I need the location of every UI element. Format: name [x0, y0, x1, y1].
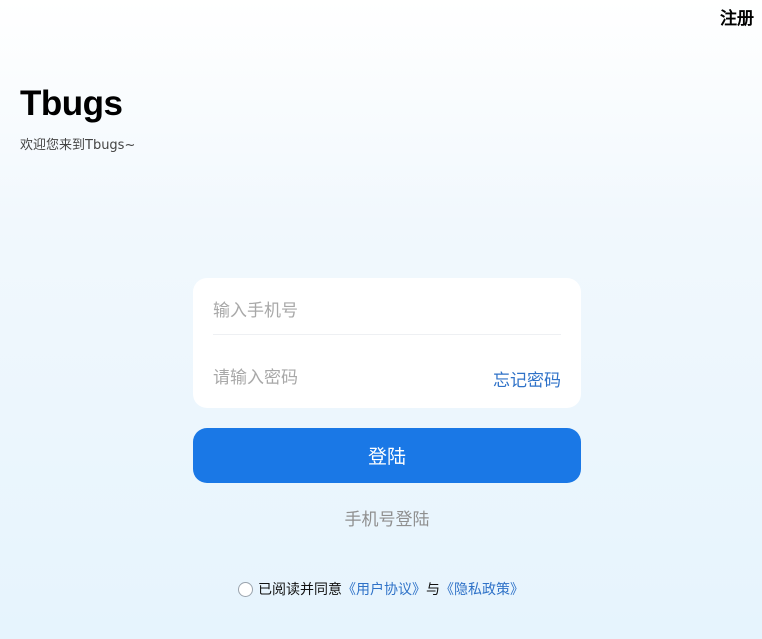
brand-subtitle: 欢迎您来到Tbugs~ [20, 138, 136, 153]
register-link[interactable]: 注册 [720, 4, 754, 29]
agreement-radio-icon[interactable] [238, 581, 253, 597]
login-form-card: 忘记密码 [193, 278, 581, 408]
brand-block: Tbugs 欢迎您来到Tbugs~ [20, 82, 135, 153]
login-button[interactable]: 登陆 [193, 428, 581, 483]
forgot-password-link[interactable]: 忘记密码 [493, 366, 561, 391]
agreement-row: 已阅读并同意 《用户协议》 与 《隐私政策》 [0, 579, 762, 599]
password-input[interactable] [213, 363, 493, 393]
phone-login-link[interactable]: 手机号登陆 [193, 505, 581, 530]
brand-title: Tbugs [20, 84, 123, 123]
phone-field-row [213, 287, 561, 335]
agreement-prefix: 已阅读并同意 [258, 582, 342, 598]
user-agreement-link[interactable]: 《用户协议》 [342, 579, 426, 599]
phone-input[interactable] [213, 295, 561, 326]
agreement-conjunction: 与 [426, 582, 440, 598]
privacy-policy-link[interactable]: 《隐私政策》 [440, 579, 524, 599]
password-field-row: 忘记密码 [213, 354, 561, 402]
